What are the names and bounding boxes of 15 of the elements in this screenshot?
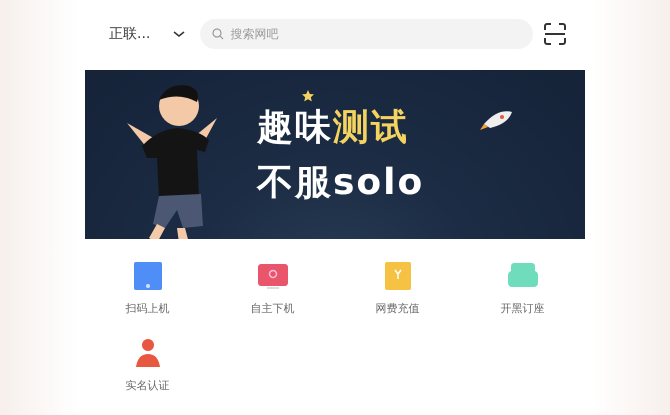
shortcut-label[interactable]: 网费充值 bbox=[376, 301, 420, 316]
search-icon bbox=[212, 28, 224, 40]
shortcut-label[interactable]: 自主下机 bbox=[250, 301, 294, 316]
star-icon bbox=[302, 90, 314, 102]
shortcut-label[interactable]: 实名认证 bbox=[126, 378, 170, 393]
chevron-down-icon[interactable] bbox=[172, 30, 186, 38]
banner-headline: 趣味测试 bbox=[257, 106, 410, 150]
banner-background[interactable]: 趣味测试 不服solo bbox=[85, 70, 585, 239]
banner-subheadline: 不服solo bbox=[257, 160, 424, 204]
search-field[interactable]: 搜索网吧 bbox=[200, 19, 533, 49]
rocket-icon bbox=[480, 108, 514, 130]
shortcut-label[interactable]: 开黑订座 bbox=[500, 301, 544, 316]
location-label[interactable]: 正联... bbox=[109, 25, 150, 43]
shortcut-label[interactable]: 扫码上机 bbox=[126, 301, 170, 316]
scan-icon[interactable] bbox=[543, 23, 567, 45]
